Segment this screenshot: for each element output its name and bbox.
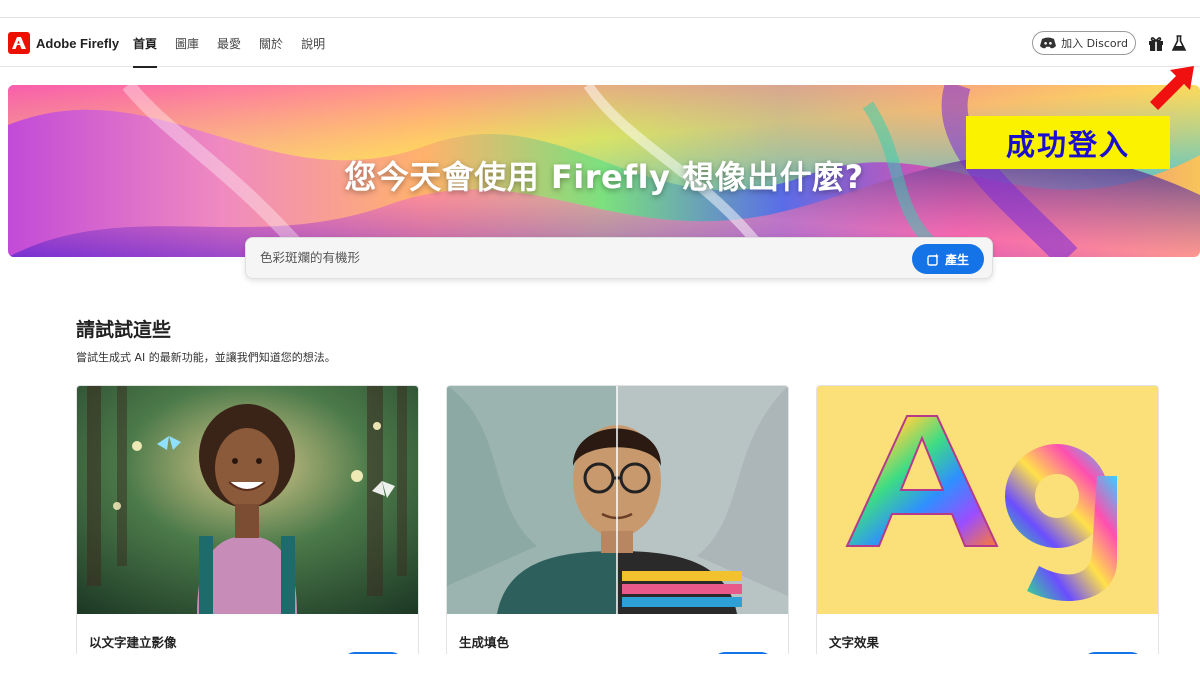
nav-item-gallery[interactable]: 圖庫 xyxy=(175,19,199,67)
card-generative-fill[interactable]: 生成填色 xyxy=(446,385,789,665)
browser-top-strip xyxy=(0,0,1200,18)
nav-item-home[interactable]: 首頁 xyxy=(133,19,158,68)
discord-icon xyxy=(1040,37,1057,49)
brand-name: Adobe Firefly xyxy=(36,35,120,51)
adobe-logo-icon xyxy=(8,32,30,54)
girl-with-butterflies-image xyxy=(77,386,418,614)
card-title: 以文字建立影像 xyxy=(89,635,177,650)
generate-icon xyxy=(927,253,939,266)
generate-label: 產生 xyxy=(944,252,969,267)
card-text-to-image[interactable]: 以文字建立影像 xyxy=(76,385,419,665)
brand-logo[interactable]: Adobe Firefly xyxy=(8,32,119,54)
card-title: 文字效果 xyxy=(829,635,880,650)
red-arrow-icon xyxy=(1150,66,1194,110)
card-title: 生成填色 xyxy=(459,635,510,650)
section-title: 請試試這些 xyxy=(76,319,172,341)
flask-icon[interactable] xyxy=(1170,34,1188,52)
man-portrait-split-image xyxy=(447,386,788,614)
app-header: Adobe Firefly 首頁 圖庫 最愛 關於 說明 加入 Discord xyxy=(0,19,1200,68)
main-nav: 首頁 圖庫 最愛 關於 說明 xyxy=(133,19,325,68)
bottom-edge xyxy=(0,654,1200,673)
prompt-bar: 產生 xyxy=(245,237,993,279)
generate-button[interactable]: 產生 xyxy=(912,244,984,274)
gift-icon[interactable] xyxy=(1147,34,1165,52)
section-subtitle: 嘗試生成式 AI 的最新功能，並讓我們知道您的想法。 xyxy=(76,351,336,364)
nav-item-help[interactable]: 說明 xyxy=(301,19,325,67)
nav-item-about[interactable]: 關於 xyxy=(259,19,283,67)
card-text-effects[interactable]: 文字效果 xyxy=(816,385,1159,665)
prompt-input[interactable] xyxy=(260,249,860,263)
hero-banner: 您今天會使用 Firefly 想像出什麼? xyxy=(8,85,1200,257)
discord-label: 加入 Discord xyxy=(1061,37,1128,50)
nav-item-favorites[interactable]: 最愛 xyxy=(217,19,241,67)
furry-rainbow-ag-letters-image xyxy=(817,386,1158,614)
login-success-callout: 成功登入 xyxy=(966,116,1170,169)
join-discord-button[interactable]: 加入 Discord xyxy=(1032,31,1136,55)
